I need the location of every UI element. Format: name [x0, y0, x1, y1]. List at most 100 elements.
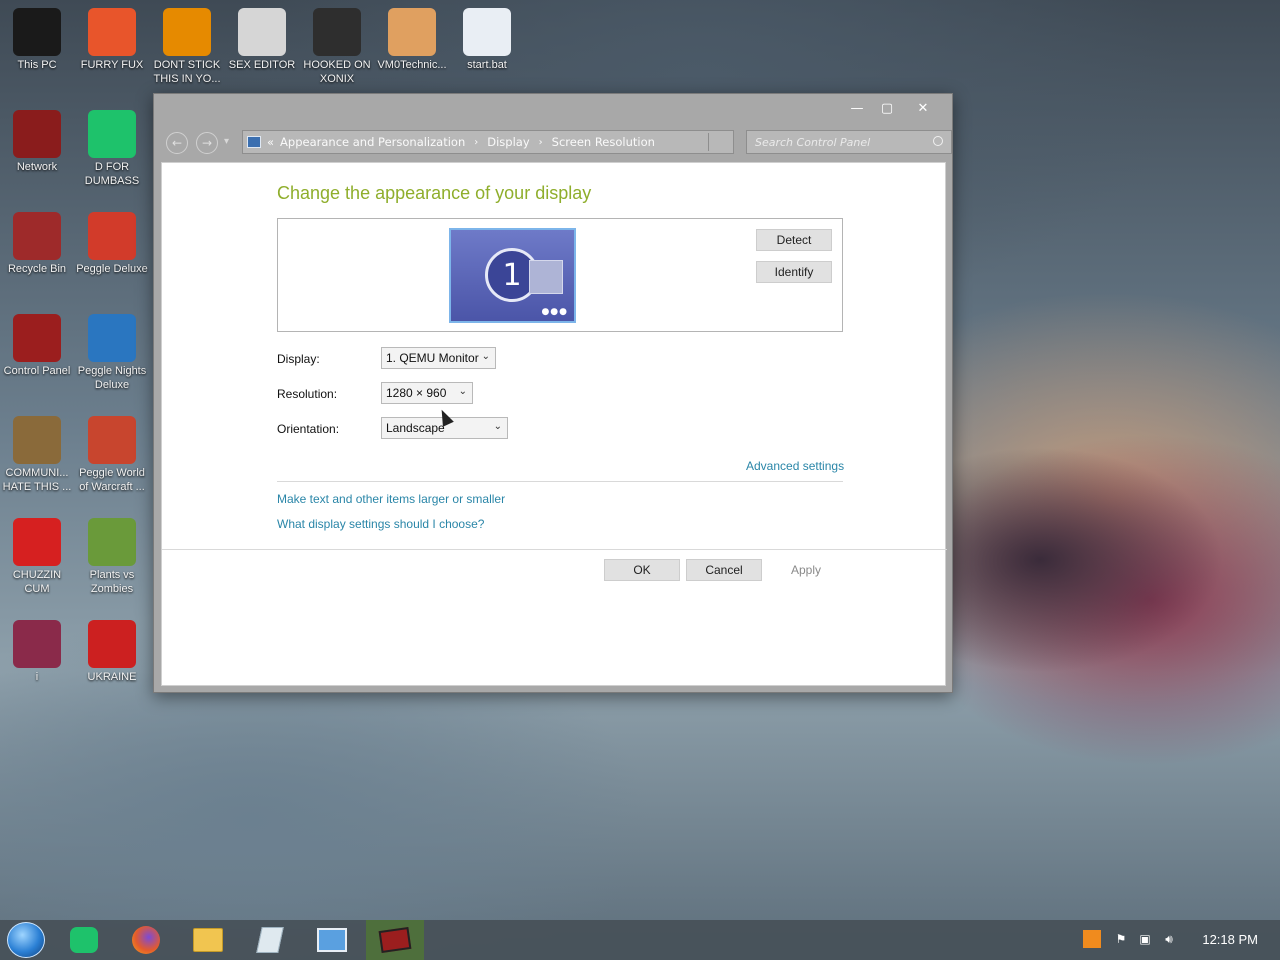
computer-icon — [13, 8, 61, 56]
chevron-down-icon: ⌄ — [481, 351, 490, 362]
text-size-link[interactable]: Make text and other items larger or smal… — [277, 492, 505, 506]
start-button[interactable] — [7, 922, 45, 958]
desktop-icon[interactable]: start.bat — [450, 8, 524, 72]
maximize-button[interactable]: ▢ — [872, 98, 902, 118]
display-select[interactable]: 1. QEMU Monitor ⌄ — [381, 347, 496, 369]
desktop-icon[interactable]: Peggle Nights Deluxe — [75, 314, 149, 392]
desktop-icon[interactable]: SEX EDITOR — [225, 8, 299, 72]
display-label: Display: — [277, 352, 320, 366]
advanced-settings-link[interactable]: Advanced settings — [746, 459, 844, 473]
desktop-icon[interactable]: UKRAINE — [75, 620, 149, 684]
desktop-icon[interactable]: HOOKED ON XONIX — [300, 8, 374, 86]
xonix-icon — [313, 8, 361, 56]
monitor-number: 1 — [502, 257, 522, 293]
chat-lines-icon — [88, 110, 136, 158]
desktop-icon[interactable]: VM0Technic... — [375, 8, 449, 72]
action-center-tray-icon[interactable]: ⚑ — [1112, 930, 1130, 948]
taskbar: ⚑ ▣ 🔊︎ 12:18 PM — [0, 920, 1280, 960]
recent-pages-button[interactable]: ▾ — [224, 136, 229, 147]
desktop-icon-label: D FOR DUMBASS — [84, 161, 140, 187]
desktop-icon-label: Peggle Nights Deluxe — [77, 365, 147, 391]
desktop-icon[interactable]: COMMUNI... HATE THIS ... — [0, 416, 74, 494]
breadcrumb-appearance[interactable]: Appearance and Personalization — [280, 135, 465, 149]
gears-icon — [463, 8, 511, 56]
desktop-icon-label: Peggle Deluxe — [76, 263, 148, 275]
address-dropdown-divider — [708, 133, 709, 151]
taskbar-notepad[interactable] — [246, 924, 294, 956]
taskbar-file-explorer[interactable] — [184, 924, 232, 956]
forward-button[interactable]: → — [196, 132, 218, 154]
close-button[interactable]: ✕ — [908, 98, 938, 118]
desktop-icon[interactable]: D FOR DUMBASS — [75, 110, 149, 188]
desktop-icon-label: DONT STICK THIS IN YO... — [153, 59, 221, 85]
desktop-icon[interactable]: Control Panel — [0, 314, 74, 378]
taskbar-chat-app[interactable] — [60, 924, 108, 956]
winrar-icon — [13, 620, 61, 668]
taskbar-remote-desktop[interactable] — [308, 924, 356, 956]
desktop-icon[interactable]: Peggle Deluxe — [75, 212, 149, 276]
apply-button[interactable]: Apply — [768, 559, 844, 581]
java-tray-icon[interactable] — [1083, 930, 1101, 948]
volume-tray-icon[interactable]: 🔊︎ — [1160, 930, 1178, 948]
radiation-icon — [88, 620, 136, 668]
desktop-icon[interactable]: Network — [0, 110, 74, 174]
recycle-bin-icon — [13, 212, 61, 260]
desktop-icon[interactable]: Peggle World of Warcraft ... — [75, 416, 149, 494]
content-pane: Change the appearance of your display 1 … — [161, 162, 947, 686]
monitor-more-icon: ●●● — [541, 307, 568, 317]
volume-icon: 🔊︎ — [1165, 931, 1173, 946]
desktop-icon[interactable]: Plants vs Zombies — [75, 518, 149, 596]
control-panel-icon — [13, 314, 61, 362]
desktop-icon-label: VM0Technic... — [377, 59, 447, 71]
desktop-icon[interactable]: FURRY FUX — [75, 8, 149, 72]
desktop-icon-label: HOOKED ON XONIX — [303, 59, 371, 85]
breadcrumb-display[interactable]: Display — [487, 135, 529, 149]
chevron-down-icon: ⌄ — [493, 421, 502, 432]
maximize-icon: ▢ — [880, 100, 894, 116]
taskbar-firefox[interactable] — [122, 924, 170, 956]
address-bar[interactable]: « Appearance and Personalization › Displ… — [242, 130, 734, 154]
peggle-icon — [88, 212, 136, 260]
chevron-down-icon: ⌄ — [458, 386, 467, 397]
network-tray-icon[interactable]: ▣ — [1136, 930, 1154, 948]
identify-button[interactable]: Identify — [756, 261, 832, 283]
resolution-value: 1280 × 960 — [386, 386, 447, 400]
file-explorer-icon — [193, 928, 223, 952]
desktop-icon[interactable]: Recycle Bin — [0, 212, 74, 276]
desktop-icon[interactable]: i — [0, 620, 74, 684]
breadcrumb-separator[interactable]: › — [474, 137, 478, 148]
ok-button[interactable]: OK — [604, 559, 680, 581]
control-panel-small-icon — [247, 136, 261, 148]
search-box[interactable]: Search Control Panel — [746, 130, 952, 154]
back-arrow-icon: ← — [171, 136, 183, 150]
peggle-wow-icon — [88, 416, 136, 464]
vlc-cone-icon — [163, 8, 211, 56]
back-button[interactable]: ← — [166, 132, 188, 154]
minimize-button[interactable]: — — [842, 98, 872, 118]
resolution-label: Resolution: — [277, 387, 338, 401]
resolution-select[interactable]: 1280 × 960 ⌄ — [381, 382, 473, 404]
firefox-icon — [132, 926, 160, 954]
desktop-icon-label: COMMUNI... HATE THIS ... — [2, 467, 72, 493]
breadcrumb-screen-resolution[interactable]: Screen Resolution — [552, 135, 655, 149]
monitor-1-tile[interactable]: 1 ●●● — [449, 228, 576, 323]
taskbar-control-panel-active[interactable] — [366, 920, 424, 960]
forward-arrow-icon: → — [201, 136, 213, 150]
desktop-icon[interactable]: CHUZZIN CUM — [0, 518, 74, 596]
chevron-down-icon: ▾ — [224, 136, 230, 147]
breadcrumb-separator[interactable]: › — [539, 137, 543, 148]
cancel-button[interactable]: Cancel — [686, 559, 762, 581]
desktop-icon[interactable]: This PC — [0, 8, 74, 72]
search-input[interactable]: Search Control Panel — [755, 136, 870, 149]
desktop-icon[interactable]: DONT STICK THIS IN YO... — [150, 8, 224, 86]
flower-icon — [88, 518, 136, 566]
desktop-icon-label: i — [35, 671, 39, 683]
display-help-link[interactable]: What display settings should I choose? — [277, 517, 484, 531]
notepad-icon — [256, 927, 284, 953]
breadcrumb-overflow[interactable]: « — [267, 135, 274, 149]
desktop-icon-label: SEX EDITOR — [228, 59, 296, 71]
detect-button[interactable]: Detect — [756, 229, 832, 251]
taskbar-clock[interactable]: 12:18 PM — [1202, 932, 1258, 947]
control-panel-icon — [378, 927, 412, 953]
network-icon: ▣ — [1139, 932, 1151, 946]
